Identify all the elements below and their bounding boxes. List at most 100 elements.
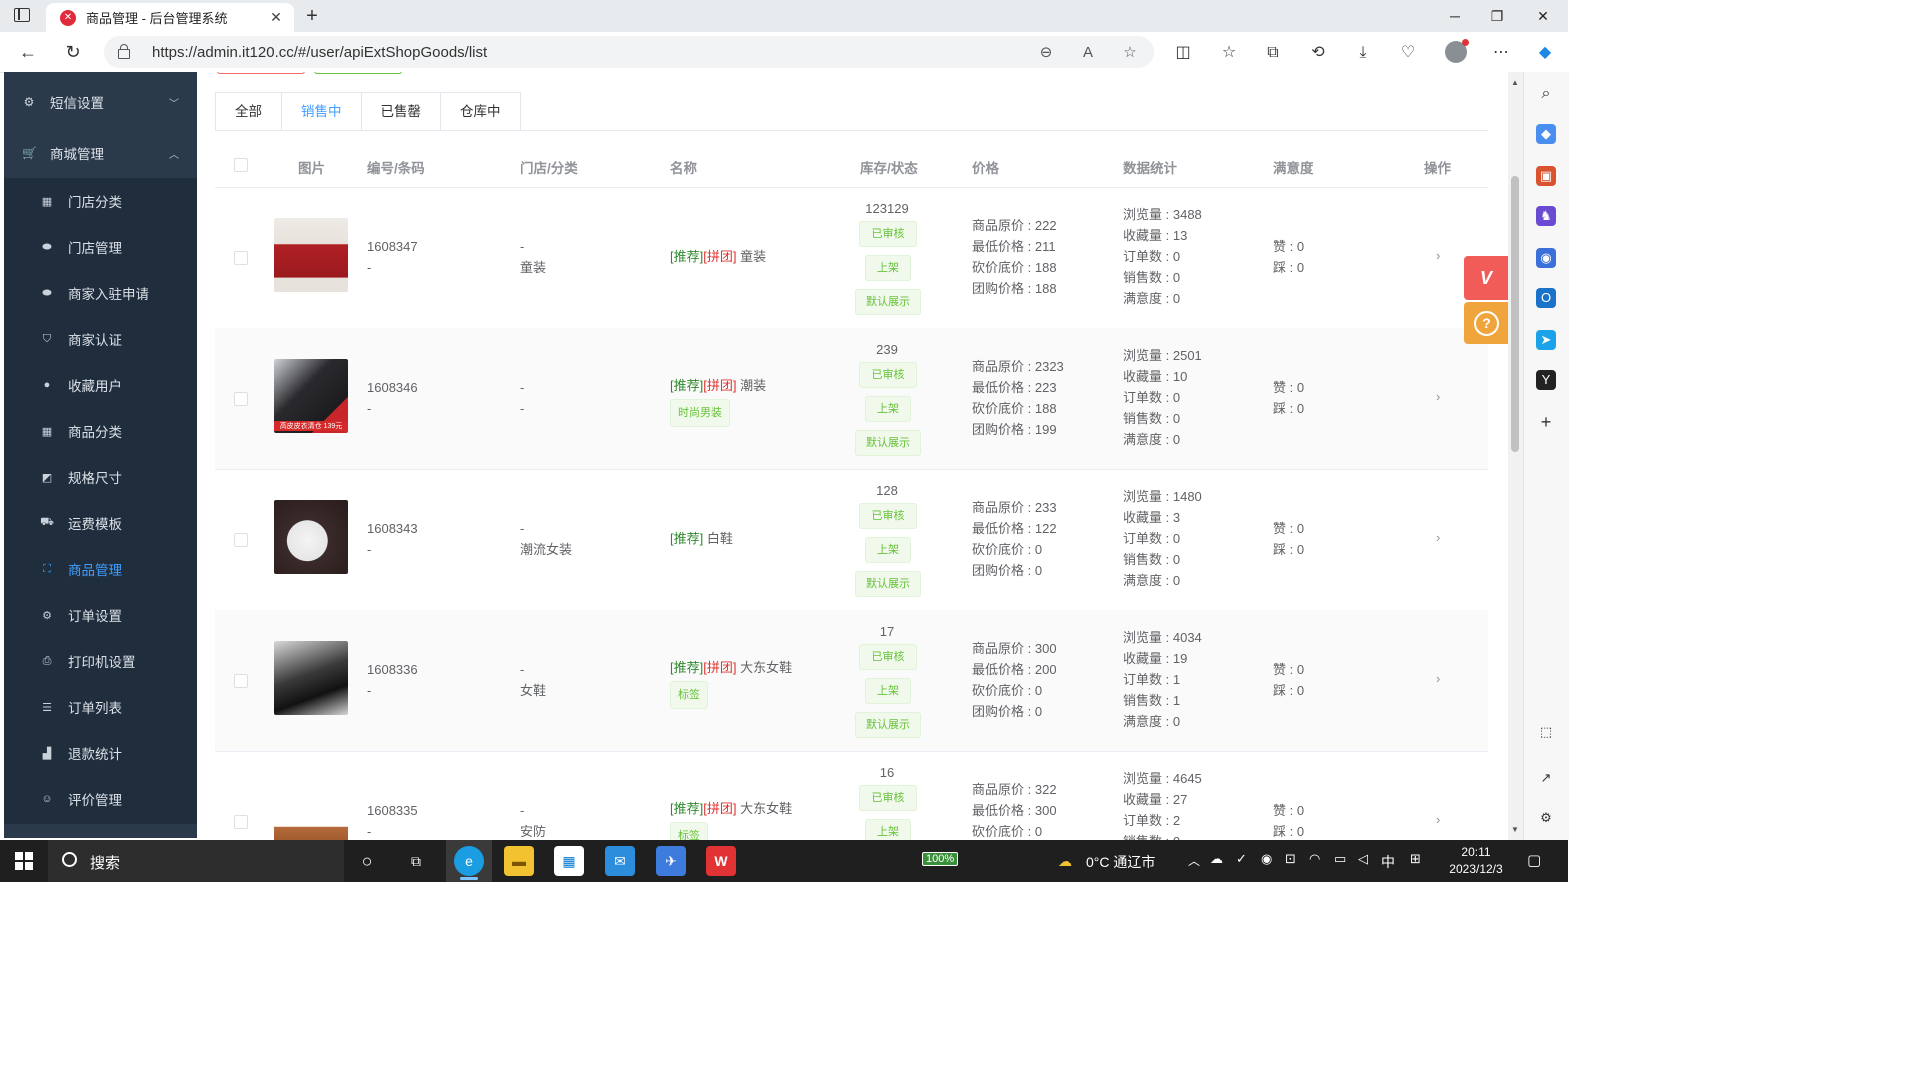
sidebar-item-merchant-auth[interactable]: ⛉ 商家认证: [4, 316, 197, 362]
row-checkbox[interactable]: [234, 815, 248, 829]
row-detail-chevron-icon[interactable]: ›: [1436, 389, 1440, 404]
close-tab-icon[interactable]: ✕: [266, 9, 286, 26]
store-icon[interactable]: ▦: [554, 846, 584, 876]
row-checkbox[interactable]: [234, 251, 248, 265]
favorites-icon[interactable]: ☆: [1218, 42, 1240, 64]
status-default-display-tag[interactable]: 默认展示: [855, 712, 921, 738]
select-all-checkbox[interactable]: [234, 158, 248, 172]
sidebar-item-favorite-users[interactable]: ● 收藏用户: [4, 362, 197, 408]
add-icon[interactable]: +: [1536, 412, 1556, 432]
cortana-icon[interactable]: ○: [352, 846, 382, 876]
sidebar-item-store-management[interactable]: ⬬ 门店管理: [4, 224, 197, 270]
sidebar-item-shipping-template[interactable]: ⛟ 运费模板: [4, 500, 197, 546]
scroll-down-icon[interactable]: ▼: [1511, 825, 1519, 834]
status-default-display-tag[interactable]: 默认展示: [855, 571, 921, 597]
status-default-display-tag[interactable]: 默认展示: [855, 289, 921, 315]
close-window-button[interactable]: ✕: [1520, 4, 1566, 28]
shield-tray-icon[interactable]: ◉: [1261, 851, 1272, 867]
sidebar-item-refund-stats[interactable]: ▟ 退款统计: [4, 730, 197, 776]
table-row[interactable]: 1608336 - - 女鞋 [推荐][拼团] 大东女鞋 标签 17 已审核 上架 默认展示…: [215, 610, 1488, 752]
sidebar-item-order-list[interactable]: ☰ 订单列表: [4, 684, 197, 730]
address-bar[interactable]: https://admin.it120.cc/#/user/apiExtShop…: [104, 36, 1154, 68]
tools-icon[interactable]: ▣: [1536, 166, 1556, 186]
app-icon[interactable]: Y: [1536, 370, 1556, 390]
sidebar-item-goods-management[interactable]: ⛶ 商品管理: [4, 546, 197, 592]
row-detail-chevron-icon[interactable]: ›: [1436, 530, 1440, 545]
new-tab-button[interactable]: +: [300, 4, 324, 28]
row-checkbox[interactable]: [234, 674, 248, 688]
product-thumbnail[interactable]: [274, 218, 348, 292]
copilot-icon[interactable]: ◆: [1534, 42, 1556, 64]
shopping-tag-icon[interactable]: ◆: [1536, 124, 1556, 144]
product-thumbnail[interactable]: [274, 641, 348, 715]
status-approved-tag[interactable]: 已审核: [859, 785, 917, 811]
product-name[interactable]: 童装: [740, 249, 766, 264]
tray-app-icon[interactable]: ✓: [1236, 851, 1247, 867]
split-screen-icon[interactable]: ◫: [1172, 42, 1194, 64]
mail-icon[interactable]: ✉: [605, 846, 635, 876]
table-row[interactable]: 高皮皮衣清仓 139元 1608346 - - - [推荐][拼团] 潮装 时尚男装…: [215, 328, 1488, 470]
sidebar-item-merchant-apply[interactable]: ⬬ 商家入驻申请: [4, 270, 197, 316]
collections-icon[interactable]: ⧉: [1262, 42, 1284, 64]
taskbar-clock[interactable]: 20:11 2023/12/3: [1436, 844, 1516, 878]
tab-in-warehouse[interactable]: 仓库中: [441, 93, 520, 131]
tab-sold-out[interactable]: 已售罄: [362, 93, 441, 131]
notification-icon[interactable]: ▢: [1527, 851, 1541, 869]
favorite-star-icon[interactable]: ☆: [1120, 43, 1140, 63]
sidebar-item-store-category[interactable]: ▦ 门店分类: [4, 178, 197, 224]
product-thumbnail[interactable]: 高皮皮衣清仓 139元: [274, 359, 348, 433]
status-approved-tag[interactable]: 已审核: [859, 362, 917, 388]
outlook-icon[interactable]: O: [1536, 288, 1556, 308]
tab-all[interactable]: 全部: [216, 93, 282, 131]
edge-icon[interactable]: e: [454, 846, 484, 876]
menu-mall-management[interactable]: 🛒 商城管理 ︿: [4, 130, 197, 176]
row-checkbox[interactable]: [234, 392, 248, 406]
row-detail-chevron-icon[interactable]: ›: [1436, 248, 1440, 263]
status-on-shelf-tag[interactable]: 上架: [865, 819, 911, 840]
read-aloud-icon[interactable]: A: [1078, 43, 1098, 63]
row-detail-chevron-icon[interactable]: ›: [1436, 812, 1440, 827]
tray-network-icon[interactable]: ⊡: [1285, 851, 1296, 867]
tab-actions-icon[interactable]: [14, 8, 30, 22]
settings-gear-icon[interactable]: ⚙: [1536, 808, 1556, 828]
screenshot-icon[interactable]: ⬚: [1536, 722, 1556, 742]
wifi-icon[interactable]: ◠: [1309, 851, 1320, 867]
wps-icon[interactable]: W: [706, 846, 736, 876]
taskbar-search[interactable]: 搜索: [48, 840, 344, 882]
add-button[interactable]: [314, 72, 402, 74]
status-on-shelf-tag[interactable]: 上架: [865, 537, 911, 563]
feishu-icon[interactable]: ✈: [656, 846, 686, 876]
row-checkbox[interactable]: [234, 533, 248, 547]
status-on-shelf-tag[interactable]: 上架: [865, 678, 911, 704]
status-on-shelf-tag[interactable]: 上架: [865, 396, 911, 422]
ime-indicator[interactable]: 中: [1381, 852, 1395, 872]
windows-start-icon[interactable]: [15, 852, 33, 870]
status-approved-tag[interactable]: 已审核: [859, 221, 917, 247]
file-explorer-icon[interactable]: ▬: [504, 846, 534, 876]
help-float-button[interactable]: ?: [1464, 302, 1508, 344]
row-detail-chevron-icon[interactable]: ›: [1436, 671, 1440, 686]
tab-on-sale[interactable]: 销售中: [282, 93, 362, 132]
onedrive-icon[interactable]: ☁: [1210, 851, 1223, 867]
performance-icon[interactable]: ♡: [1397, 42, 1419, 64]
task-view-icon[interactable]: ⧉: [401, 846, 431, 876]
download-icon[interactable]: ⤓: [1352, 42, 1374, 64]
scroll-up-icon[interactable]: ▲: [1511, 78, 1519, 87]
delete-button[interactable]: [217, 72, 305, 74]
refresh-icon[interactable]: ↻: [60, 40, 86, 64]
profile-avatar[interactable]: [1445, 39, 1469, 63]
scrollbar-thumb[interactable]: [1511, 176, 1519, 452]
vertical-scrollbar[interactable]: ▲ ▼: [1508, 72, 1523, 840]
battery-icon[interactable]: ▭: [1334, 851, 1346, 867]
history-icon[interactable]: ⟲: [1307, 42, 1329, 64]
status-on-shelf-tag[interactable]: 上架: [865, 255, 911, 281]
weather-text[interactable]: 0°C 通辽市: [1086, 852, 1155, 872]
more-menu-icon[interactable]: ⋯: [1490, 42, 1512, 64]
keyboard-layout-icon[interactable]: ⊞: [1410, 851, 1421, 867]
minimize-button[interactable]: ─: [1432, 4, 1478, 28]
status-approved-tag[interactable]: 已审核: [859, 644, 917, 670]
product-name[interactable]: 白鞋: [707, 531, 733, 546]
sidebar-item-review-management[interactable]: ☺ 评价管理: [4, 776, 197, 822]
external-link-icon[interactable]: ↗: [1536, 768, 1556, 788]
sidebar-item-printer-settings[interactable]: ⎙ 打印机设置: [4, 638, 197, 684]
